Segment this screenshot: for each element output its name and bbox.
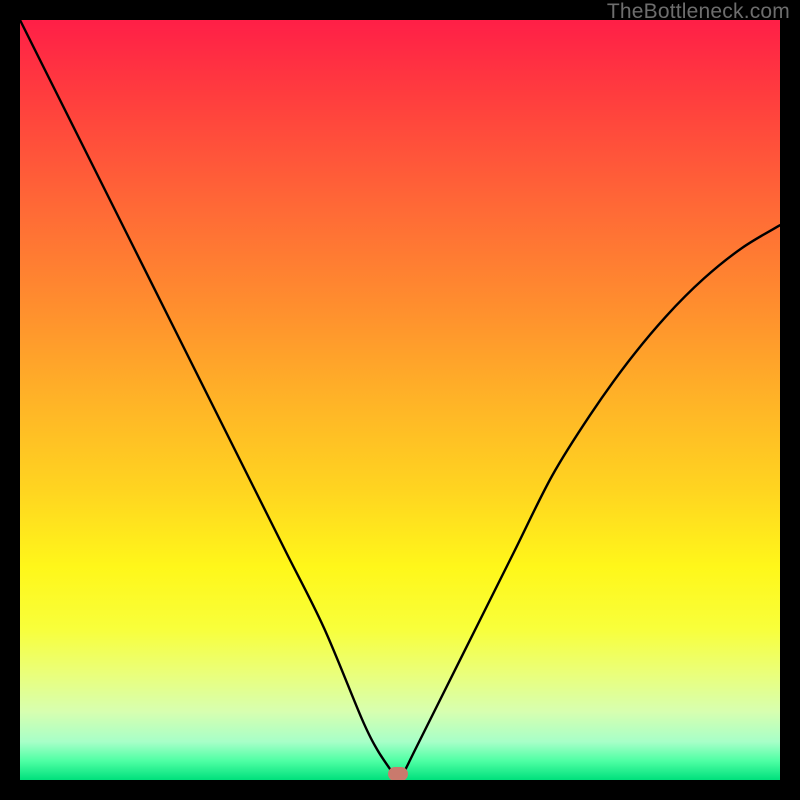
chart-frame: TheBottleneck.com — [0, 0, 800, 800]
plot-area — [20, 20, 780, 780]
bottleneck-curve — [20, 20, 780, 780]
optimal-point-marker — [388, 767, 408, 780]
